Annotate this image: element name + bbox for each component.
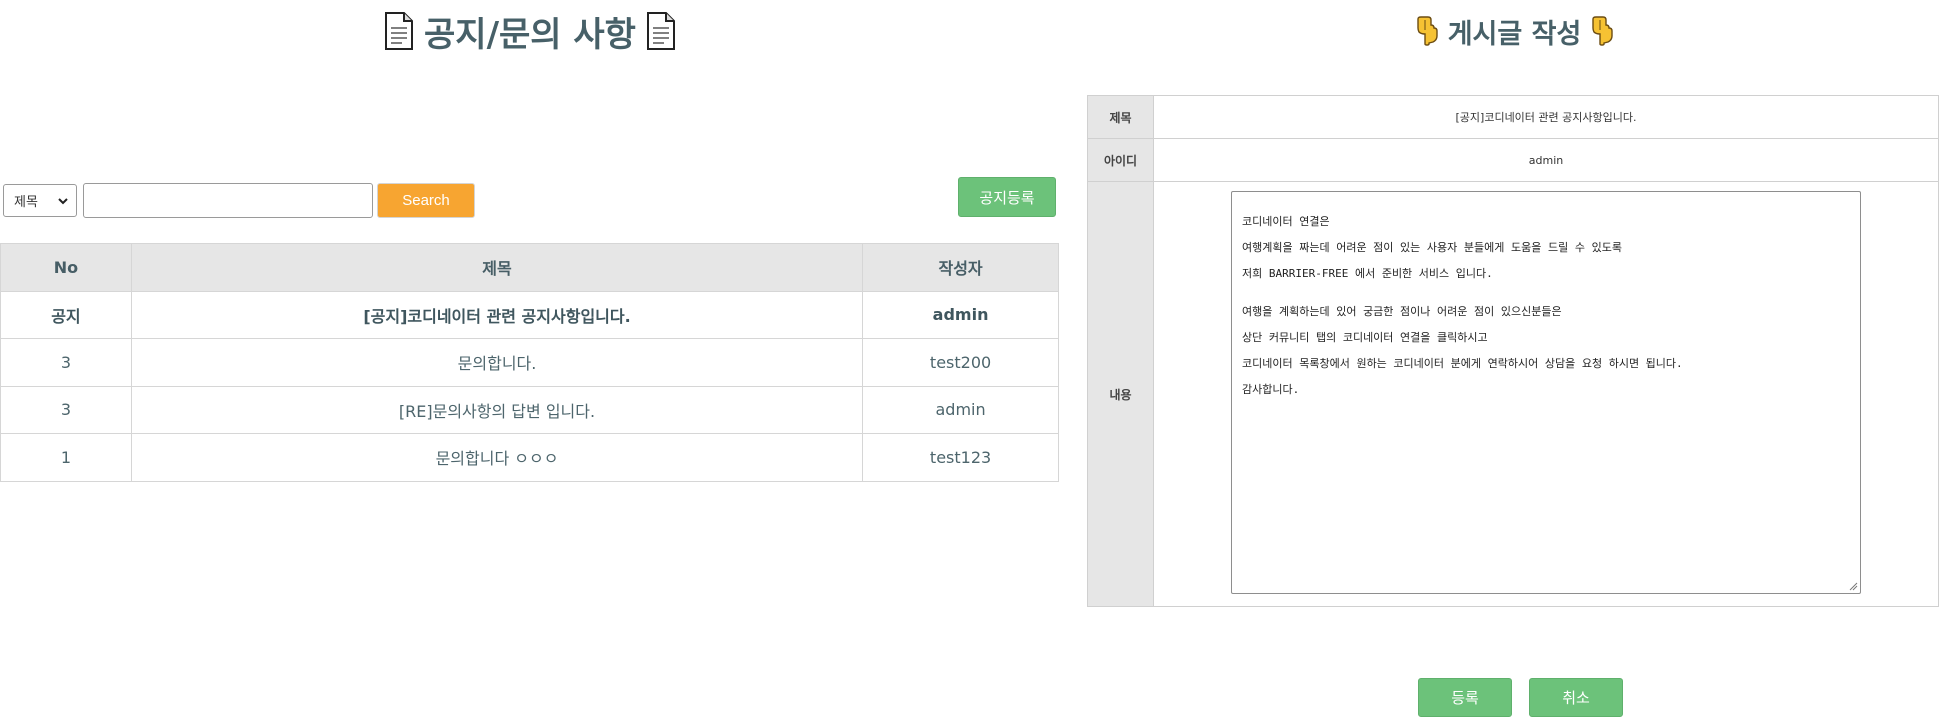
row-no: 1 <box>0 433 132 482</box>
document-icon <box>384 12 414 50</box>
table-row[interactable]: 3 [RE]문의사항의 답변 입니다. admin <box>0 385 1059 434</box>
row-title-link[interactable]: 문의합니다 ㅇㅇㅇ <box>130 433 864 482</box>
board-list-panel: 공지/문의 사항 제목 Search 공지등록 No 제목 작성자 공지 [공지… <box>0 0 1060 723</box>
content-label: 내용 <box>1088 182 1154 606</box>
column-header-title: 제목 <box>130 243 864 292</box>
content-line: 코디네이터 연결은 <box>1242 215 1330 228</box>
column-header-author: 작성자 <box>862 243 1059 292</box>
form-row-id: 아이디 admin <box>1088 139 1938 182</box>
title-value[interactable]: [공지]코디네이터 관련 공지사항입니다. <box>1154 96 1938 138</box>
search-button[interactable]: Search <box>377 183 475 218</box>
table-header-row: No 제목 작성자 <box>0 243 1059 292</box>
submit-button[interactable]: 등록 <box>1418 678 1512 717</box>
row-title-link[interactable]: [RE]문의사항의 답변 입니다. <box>130 385 864 434</box>
row-author: admin <box>862 385 1059 434</box>
content-line: 저희 BARRIER-FREE 에서 준비한 서비스 입니다. <box>1242 267 1493 280</box>
column-header-no: No <box>0 243 132 292</box>
row-title-link[interactable]: [공지]코디네이터 관련 공지사항입니다. <box>130 290 864 339</box>
content-line: 상단 커뮤니티 탭의 코디네이터 연결을 클릭하시고 <box>1242 331 1488 344</box>
write-post-title: 게시글 작성 <box>1447 18 1582 50</box>
page-title-row: 공지/문의 사항 <box>0 6 1060 56</box>
content-line: 감사합니다. <box>1242 383 1300 396</box>
table-row[interactable]: 3 문의합니다. test200 <box>0 338 1059 387</box>
row-no: 3 <box>0 385 132 434</box>
chevron-down-icon <box>58 198 68 205</box>
id-label: 아이디 <box>1088 139 1154 181</box>
row-title-link[interactable]: 문의합니다. <box>130 338 864 387</box>
board-table: No 제목 작성자 공지 [공지]코디네이터 관련 공지사항입니다. admin… <box>0 243 1059 482</box>
resize-grip-icon[interactable] <box>1848 581 1858 591</box>
pointing-down-hand-icon <box>1414 16 1440 46</box>
form-row-title: 제목 [공지]코디네이터 관련 공지사항입니다. <box>1088 96 1938 139</box>
content-line: 여행계획을 짜는데 어려운 점이 있는 사용자 분들에게 도움을 드릴 수 있도… <box>1242 241 1622 254</box>
title-label: 제목 <box>1088 96 1154 138</box>
row-author: test123 <box>862 433 1059 482</box>
content-blank-line <box>1242 287 1850 299</box>
content-textarea[interactable]: 코디네이터 연결은 여행계획을 짜는데 어려운 점이 있는 사용자 분들에게 도… <box>1231 191 1861 594</box>
row-author: admin <box>862 290 1059 339</box>
cancel-button[interactable]: 취소 <box>1529 678 1623 717</box>
search-field-select[interactable]: 제목 <box>3 184 77 217</box>
row-author: test200 <box>862 338 1059 387</box>
row-no: 3 <box>0 338 132 387</box>
write-post-title-row: 게시글 작성 <box>1088 6 1941 56</box>
pointing-down-hand-icon <box>1589 16 1615 46</box>
row-no: 공지 <box>0 290 132 339</box>
search-field-select-value: 제목 <box>14 195 38 210</box>
document-icon <box>646 12 676 50</box>
table-row[interactable]: 1 문의합니다 ㅇㅇㅇ test123 <box>0 433 1059 482</box>
search-input[interactable] <box>83 183 373 218</box>
table-row[interactable]: 공지 [공지]코디네이터 관련 공지사항입니다. admin <box>0 290 1059 339</box>
register-notice-button[interactable]: 공지등록 <box>958 177 1056 217</box>
content-line: 코디네이터 목록창에서 원하는 코디네이터 분에게 연락하시어 상담을 요청 하… <box>1242 357 1683 370</box>
id-value: admin <box>1528 153 1564 167</box>
page-title: 공지/문의 사항 <box>424 14 636 55</box>
content-line: 여행을 계획하는데 있어 궁금한 점이나 어려운 점이 있으신분들은 <box>1242 305 1562 318</box>
